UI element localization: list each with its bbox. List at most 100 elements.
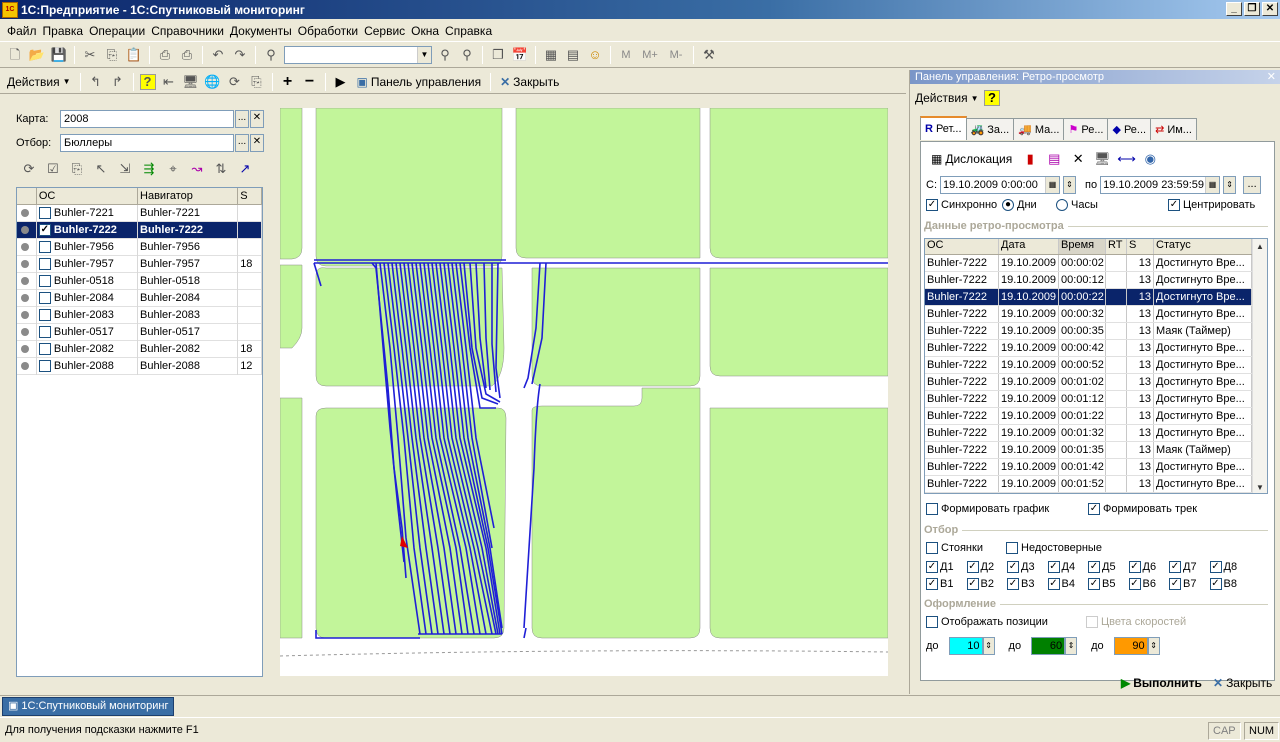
v-checkbox-1[interactable]: ✓ В1 [926, 578, 967, 590]
v-checkbox-8[interactable]: ✓ В8 [1209, 578, 1251, 590]
speed3-input[interactable]: 90 [1113, 637, 1148, 655]
center-checkbox[interactable]: ✓ [1168, 199, 1180, 211]
map-input[interactable]: 2008 [60, 110, 234, 128]
tab-reports2[interactable]: ◆ Ре... [1107, 118, 1152, 140]
vehicle-row[interactable]: Buhler-0518 Buhler-0518 [17, 272, 263, 290]
refresh-left-icon[interactable]: ↰ [87, 73, 105, 91]
close-map-button[interactable]: ✕ Закрыть [497, 74, 562, 90]
v-check-box[interactable]: ✓ [1047, 578, 1060, 590]
minimize-button[interactable]: _ [1226, 2, 1242, 16]
retro-row[interactable]: Buhler-7222 19.10.2009 00:00:52 13 Достигнут… [925, 357, 1267, 374]
vehicle-checkbox[interactable] [38, 274, 51, 287]
v-check-box[interactable]: ✓ [1128, 578, 1141, 590]
center-checkbox-row[interactable]: ✓ Центрировать [1168, 199, 1255, 211]
stops-checkbox-row[interactable]: Стоянки [926, 542, 983, 554]
search-combo[interactable]: ▼ [284, 45, 432, 64]
earth-icon[interactable]: ◉ [1141, 150, 1159, 168]
copy-list-icon[interactable]: ⎘ [68, 160, 86, 178]
v-checkbox-7[interactable]: ✓ В7 [1169, 578, 1210, 590]
speed-colors-checkbox-row[interactable]: Цвета скоростей [1086, 616, 1186, 628]
speed2-input[interactable]: 60 [1031, 637, 1066, 655]
show-pos-checkbox-row[interactable]: Отображать позиции [926, 616, 1048, 628]
memory-mplus-button[interactable]: M+ [639, 46, 661, 64]
run-button[interactable]: ▶ Выполнить [1118, 675, 1205, 691]
calculator-icon[interactable]: ▦ [542, 46, 560, 64]
tab-import[interactable]: ⇄ Им... [1150, 118, 1197, 140]
v-check-box[interactable]: ✓ [1169, 578, 1181, 590]
d-check-box[interactable]: ✓ [1047, 561, 1060, 573]
map-select-button[interactable]: ... [235, 110, 249, 128]
menu-help[interactable]: Справка [442, 24, 495, 38]
speed1-spinner[interactable]: ⇕ [982, 637, 995, 655]
col-r-s[interactable]: S [1127, 239, 1154, 254]
menu-operations[interactable]: Операции [86, 24, 148, 38]
restore-button[interactable]: ❐ [1244, 2, 1260, 16]
retro-row[interactable]: Buhler-7222 19.10.2009 00:01:02 13 Достигнут… [925, 374, 1267, 391]
vehicle-row[interactable]: Buhler-2088 Buhler-2088 12 [17, 357, 263, 375]
plus-icon[interactable]: + [279, 73, 297, 91]
col-r-status[interactable]: Статус [1154, 239, 1252, 254]
to-date-input[interactable]: 19.10.2009 23:59:59 ▦ [1100, 176, 1221, 194]
vehicle-checkbox[interactable] [38, 308, 51, 321]
v-check-box[interactable]: ✓ [1007, 578, 1019, 590]
d-checkbox-3[interactable]: ✓ Д3 [1007, 561, 1048, 573]
help-icon[interactable]: ? [139, 73, 156, 90]
speed2-spinner[interactable]: ⇕ [1065, 637, 1078, 655]
col-r-date[interactable]: Дата [999, 239, 1059, 254]
hours-radio-row[interactable]: Часы [1056, 199, 1098, 211]
col-r-time[interactable]: Время [1059, 239, 1106, 254]
vehicle-checkbox[interactable] [38, 240, 51, 253]
filter-select-button[interactable]: ... [235, 134, 249, 152]
col-r-rt[interactable]: RT [1106, 239, 1127, 254]
days-radio-row[interactable]: ● Дни [1002, 199, 1037, 211]
dislocation-button[interactable]: ▦ Дислокация [928, 151, 1015, 167]
monitor2-icon[interactable]: 🖥 [1093, 150, 1111, 168]
print-preview-icon[interactable]: ⎙ [178, 46, 196, 64]
retro-row[interactable]: Buhler-7222 19.10.2009 00:01:42 13 Достигнут… [925, 459, 1267, 476]
print-icon[interactable]: ⎙ [156, 46, 174, 64]
vehicle-row[interactable]: Buhler-7957 Buhler-7957 18 [17, 255, 263, 273]
globe-icon[interactable]: 🌐 [204, 73, 222, 91]
target-icon[interactable]: ⌖ [164, 160, 182, 178]
track-checkbox-row[interactable]: ✓ Формировать трек [1088, 503, 1197, 515]
cut-icon[interactable]: ✂ [81, 46, 99, 64]
col-os[interactable]: ОС [37, 188, 139, 204]
vehicle-checkbox[interactable] [38, 342, 51, 355]
back-icon[interactable]: ⇤ [160, 73, 178, 91]
vehicle-checkbox[interactable] [38, 206, 51, 219]
v-check-box[interactable]: ✓ [926, 578, 938, 590]
scroll-down-icon[interactable]: ▼ [1253, 480, 1267, 493]
monitor-icon[interactable]: 🖥 [182, 73, 200, 91]
d-check-box[interactable]: ✓ [1128, 561, 1141, 573]
taskbar-item[interactable]: ▣ 1С:Спутниковый мониторинг [2, 697, 175, 716]
retro-row[interactable]: Buhler-7222 19.10.2009 00:01:22 13 Достигнут… [925, 408, 1267, 425]
panel-close-button[interactable]: ✕ Закрыть [1210, 675, 1275, 691]
d-checkbox-7[interactable]: ✓ Д7 [1169, 561, 1210, 573]
new-document-icon[interactable]: 🗋 [6, 46, 24, 64]
track-icon[interactable]: ↗ [236, 160, 254, 178]
list-refresh-icon[interactable]: ⟳ [20, 160, 38, 178]
filter-input[interactable]: Бюллеры [60, 134, 234, 152]
menu-edit[interactable]: Правка [40, 24, 87, 38]
v-checkbox-5[interactable]: ✓ В5 [1088, 578, 1129, 590]
d-checkbox-4[interactable]: ✓ Д4 [1047, 561, 1089, 573]
v-checkbox-4[interactable]: ✓ В4 [1047, 578, 1089, 590]
period-select-button[interactable]: ... [1243, 176, 1262, 194]
close-window-button[interactable]: ✕ [1262, 2, 1278, 16]
retro-row[interactable]: Buhler-7222 19.10.2009 00:01:35 13 Маяк (Тай… [925, 442, 1267, 459]
graph-checkbox[interactable] [926, 503, 938, 515]
calendar-icon[interactable]: 📅 [511, 46, 529, 64]
retro-row[interactable]: Buhler-7222 19.10.2009 00:00:22 13 Достигнут… [925, 289, 1267, 306]
vehicle-row[interactable]: ✓ Buhler-7222 Buhler-7222 [17, 221, 263, 239]
v-check-box[interactable]: ✓ [1088, 578, 1100, 590]
paste-icon[interactable]: 📋 [125, 46, 143, 64]
d-check-box[interactable]: ✓ [966, 561, 979, 573]
user-icon[interactable]: ☺ [586, 46, 604, 64]
col-s[interactable]: S [238, 188, 263, 204]
filter-clear-button[interactable]: ✕ [250, 134, 264, 152]
vehicle-checkbox[interactable] [38, 325, 51, 338]
d-checkbox-2[interactable]: ✓ Д2 [966, 561, 1008, 573]
save-icon[interactable]: 💾 [50, 46, 68, 64]
chart-icon[interactable]: ▮ [1021, 150, 1039, 168]
retro-row[interactable]: Buhler-7222 19.10.2009 00:00:32 13 Достигнут… [925, 306, 1267, 323]
